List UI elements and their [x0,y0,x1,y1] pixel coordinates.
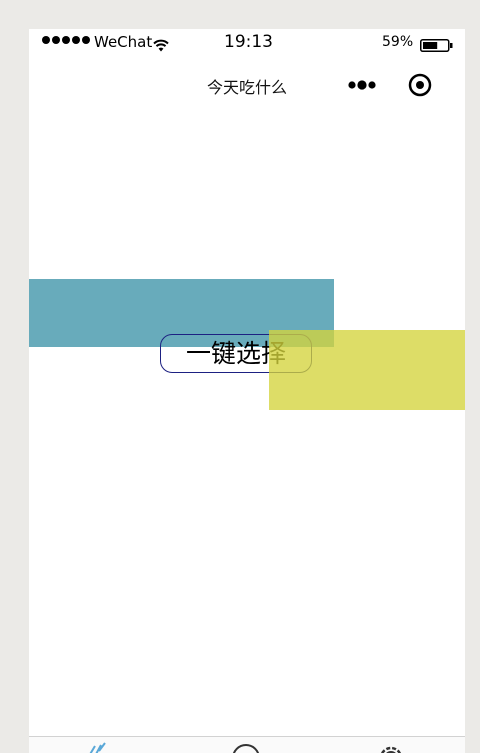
battery-percent: 59% [382,34,414,50]
tab-settings[interactable] [374,742,408,753]
carrier-name: WeChat [94,33,153,51]
battery-icon [420,37,453,52]
page-title: 今天吃什么 [206,78,287,97]
gear-icon [374,742,408,753]
tab-bar [29,736,465,753]
navigation-bar: 今天吃什么 [29,59,465,111]
yellow-block [269,330,465,410]
phone-screen: WeChat 19:13 59% 今天吃什么 一键选择 [29,29,465,753]
status-bar: WeChat 19:13 59% [29,29,465,59]
tab-food[interactable] [83,742,117,753]
wifi-icon [153,37,169,56]
status-time: 19:13 [224,32,273,52]
capsule-close-icon[interactable] [408,73,432,97]
more-dots-icon[interactable] [347,77,379,93]
circle-icon [229,742,263,753]
tab-random[interactable] [229,742,263,753]
signal-strength-icon [42,36,90,44]
food-icon [83,742,117,753]
